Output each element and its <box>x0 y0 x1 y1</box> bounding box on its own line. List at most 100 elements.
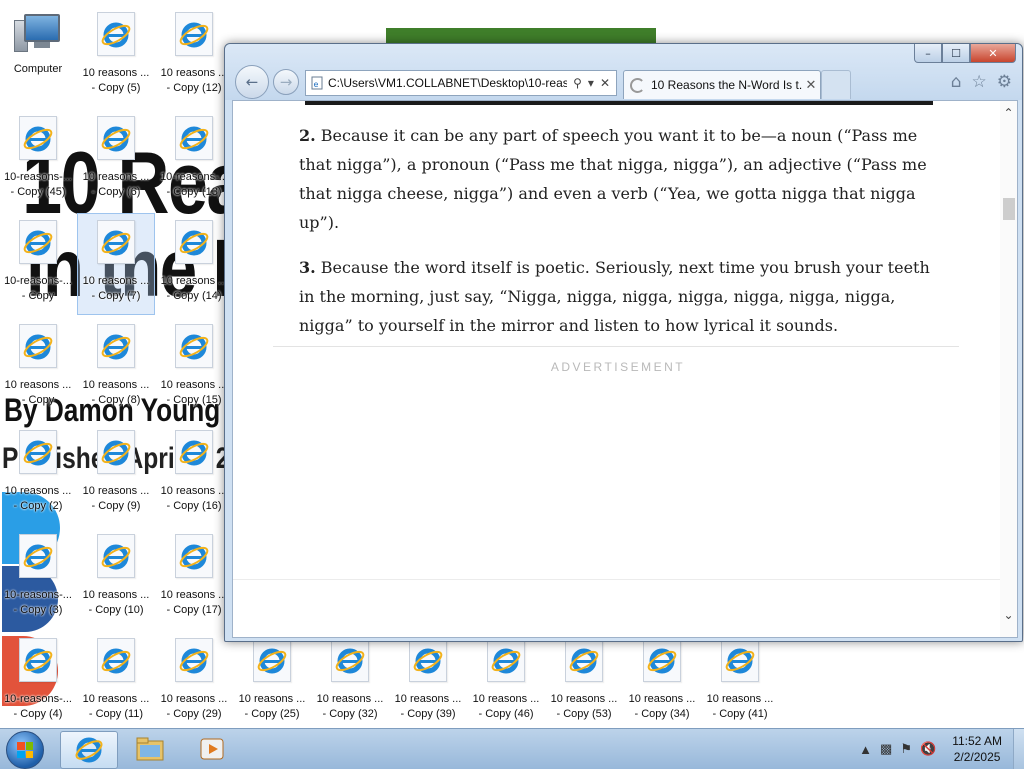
desktop-icon-label: - Copy <box>21 290 55 302</box>
internet-explorer-file-icon <box>97 12 135 56</box>
desktop-icon-label: 10 reasons ... <box>82 275 150 287</box>
scroll-up-icon[interactable]: ⌃ <box>1000 105 1017 122</box>
desktop-icon-label: - Copy (11) <box>88 708 144 720</box>
settings-gear-icon[interactable]: ⚙ <box>997 72 1012 92</box>
desktop-icon-label: - Copy (34) <box>634 708 690 720</box>
desktop-icon-label: 10 reasons ... <box>160 485 228 497</box>
search-icon[interactable]: ⚲ <box>573 76 582 90</box>
article-paragraph-3: 3. Because the word itself is poetic. Se… <box>299 253 949 340</box>
action-center-flag-icon[interactable]: ⚑ <box>900 741 912 757</box>
desktop-icon-label: - Copy (5) <box>91 82 141 94</box>
network-icon[interactable]: ▩ <box>880 741 892 757</box>
internet-explorer-file-icon <box>331 638 369 682</box>
desktop-icon-label: - Copy (25) <box>244 708 300 720</box>
desktop-icon-label: 10 reasons ... <box>238 693 306 705</box>
desktop-icon-label: 10 reasons ... <box>160 67 228 79</box>
desktop-file-icon[interactable]: 10 reasons ... - Copy (14) <box>156 214 232 314</box>
favorites-star-icon[interactable]: ☆ <box>972 72 987 92</box>
desktop-file-icon[interactable]: 10 reasons ... - Copy (41) <box>702 632 778 732</box>
show-hidden-icons-icon[interactable]: ▲ <box>859 742 872 757</box>
desktop-file-icon[interactable]: 10 reasons ... - Copy (2) <box>0 424 76 524</box>
desktop-icon-label: 10 reasons ... <box>316 693 384 705</box>
desktop-icon-label: - Copy (3) <box>13 604 63 616</box>
desktop-icon-label: 10 reasons ... <box>82 485 150 497</box>
internet-explorer-file-icon <box>97 116 135 160</box>
tab-close-icon[interactable]: ✕ <box>802 77 820 93</box>
desktop-file-icon[interactable]: 10 reasons ... - Copy (39) <box>390 632 466 732</box>
taskbar-media-player[interactable] <box>184 731 240 767</box>
desktop-file-icon[interactable]: 10 reasons ... - Copy (32) <box>312 632 388 732</box>
desktop-file-icon[interactable]: 10 reasons ... - Copy (25) <box>234 632 310 732</box>
desktop-file-icon[interactable]: 10 reasons ... - Copy (15) <box>156 318 232 418</box>
back-button[interactable]: ← <box>235 65 269 99</box>
desktop-file-icon[interactable]: 10-reasons-... - Copy (45) <box>0 110 76 210</box>
desktop-icon-label: 10 reasons ... <box>82 589 150 601</box>
desktop-icon-label: - Copy (9) <box>91 500 141 512</box>
desktop-icon-label: - Copy (17) <box>166 604 222 616</box>
paragraph-text: Because the word itself is poetic. Serio… <box>299 258 930 335</box>
desktop-file-icon[interactable]: 10 reasons ... - Copy (12) <box>156 6 232 106</box>
minimize-button[interactable]: – <box>914 44 942 63</box>
desktop-icon-label: 10-reasons-... <box>4 693 72 705</box>
internet-explorer-file-icon <box>19 116 57 160</box>
address-bar[interactable]: e C:\Users\VM1.COLLABNET\Desktop\10-reas… <box>305 70 617 96</box>
new-tab-button[interactable] <box>821 70 851 99</box>
forward-button[interactable]: → <box>273 69 299 95</box>
dropdown-arrow-icon[interactable]: ▾ <box>588 76 594 90</box>
desktop-file-icon[interactable]: 10-reasons-... - Copy (4) <box>0 632 76 732</box>
desktop-file-icon[interactable]: 10 reasons ... - Copy (16) <box>156 424 232 524</box>
desktop-file-icon[interactable]: 10 reasons ... - Copy (11) <box>78 632 154 732</box>
desktop-icon-label: - Copy (15) <box>166 394 222 406</box>
internet-explorer-file-icon <box>175 220 213 264</box>
vertical-scrollbar[interactable]: ⌃ ⌄ <box>1000 101 1017 637</box>
desktop-file-icon[interactable]: 10-reasons-... - Copy <box>0 214 76 314</box>
desktop-file-icon[interactable]: 10 reasons ... - Copy (34) <box>624 632 700 732</box>
stop-icon[interactable]: ✕ <box>600 76 610 90</box>
desktop-file-icon[interactable]: 10 reasons ... - Copy (10) <box>78 528 154 628</box>
internet-explorer-file-icon <box>253 638 291 682</box>
computer-desktop-icon[interactable]: Computer <box>0 6 76 106</box>
desktop-file-icon[interactable]: 10 reasons ... - Copy (53) <box>546 632 622 732</box>
home-icon[interactable]: ⌂ <box>951 72 962 92</box>
paragraph-number: 2. <box>299 126 316 145</box>
browser-toolbar: – ☐ ✕ ← → e C:\Users\VM1.COLLABNET\Deskt… <box>225 44 1022 100</box>
internet-explorer-file-icon <box>175 12 213 56</box>
desktop-file-icon[interactable]: 10 reasons ... - Copy (6) <box>78 110 154 210</box>
desktop-icon-label: 10 reasons ... <box>82 67 150 79</box>
maximize-button[interactable]: ☐ <box>942 44 970 63</box>
desktop-file-icon[interactable]: 10-reasons-... - Copy (3) <box>0 528 76 628</box>
desktop-icon-label: 10 reasons ... <box>394 693 462 705</box>
desktop-file-icon[interactable]: 10 reasons ... - Copy <box>0 318 76 418</box>
internet-explorer-file-icon <box>19 534 57 578</box>
desktop-file-icon[interactable]: 10 reasons ... - Copy (9) <box>78 424 154 524</box>
taskbar-internet-explorer[interactable] <box>60 731 118 769</box>
desktop-icon-label: - Copy (46) <box>478 708 534 720</box>
desktop-file-icon[interactable]: 10 reasons ... - Copy (7) <box>77 213 155 315</box>
browser-tools: ⌂ ☆ ⚙ <box>951 72 1012 92</box>
desktop-icon-label: 10 reasons ... <box>160 589 228 601</box>
desktop-icon-label: - Copy (16) <box>166 500 222 512</box>
show-desktop-button[interactable] <box>1013 729 1024 769</box>
desktop-file-icon[interactable]: 10-reasons-... - Copy (13) <box>156 110 232 210</box>
desktop-file-icon[interactable]: 10 reasons ... - Copy (17) <box>156 528 232 628</box>
desktop-file-icon[interactable]: 10 reasons ... - Copy (46) <box>468 632 544 732</box>
media-player-icon <box>200 738 224 760</box>
clock[interactable]: 11:52 AM 2/2/2025 <box>952 733 1002 765</box>
desktop-file-icon[interactable]: 10 reasons ... - Copy (8) <box>78 318 154 418</box>
internet-explorer-file-icon <box>175 430 213 474</box>
scrollbar-thumb[interactable] <box>1003 198 1015 220</box>
desktop-icon-label: 10-reasons-... <box>160 171 228 183</box>
desktop-icon-label: - Copy (4) <box>13 708 63 720</box>
tab-active[interactable]: 10 Reasons the N-Word Is t... ✕ <box>623 70 821 99</box>
taskbar-file-explorer[interactable] <box>122 731 178 767</box>
start-button[interactable] <box>6 731 44 769</box>
desktop-icon-label: 10 reasons ... <box>82 379 150 391</box>
internet-explorer-file-icon <box>175 324 213 368</box>
desktop-file-icon[interactable]: 10 reasons ... - Copy (5) <box>78 6 154 106</box>
desktop-file-icon[interactable]: 10 reasons ... - Copy (29) <box>156 632 232 732</box>
close-window-button[interactable]: ✕ <box>970 44 1016 63</box>
internet-explorer-window[interactable]: – ☐ ✕ ← → e C:\Users\VM1.COLLABNET\Deskt… <box>224 43 1023 642</box>
volume-muted-icon[interactable]: 🔇 <box>920 741 936 757</box>
clock-date: 2/2/2025 <box>953 750 1001 764</box>
scroll-down-icon[interactable]: ⌄ <box>1000 607 1017 624</box>
